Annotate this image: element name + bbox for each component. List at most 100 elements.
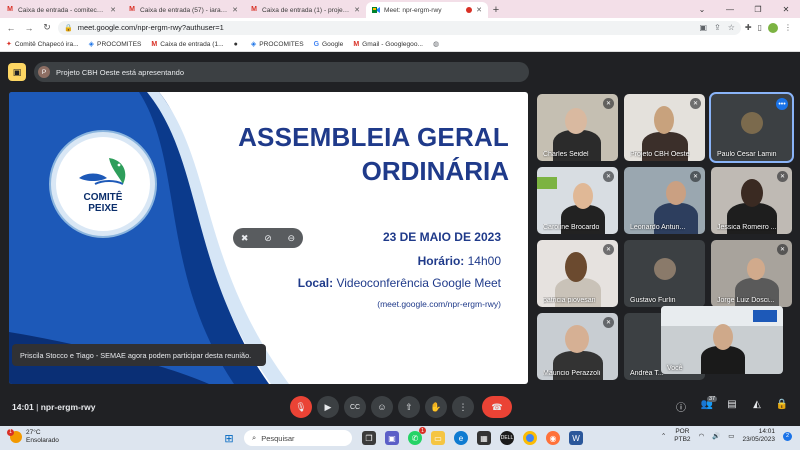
tab-3[interactable]: Meet: npr-ergm-rwy ✕ [366,2,488,18]
chevron-down-icon[interactable]: ⌄ [688,0,716,18]
taskbar-search[interactable]: ⌕ Pesquisar [244,430,352,446]
chat-button[interactable]: ▤ [725,399,739,410]
share-icon[interactable]: ⇪ [714,23,721,32]
clock[interactable]: 14:01 23/05/2023 [742,428,775,444]
mic-toggle-button[interactable]: 🎙 [290,396,312,418]
minus-circle-icon[interactable]: ⊖ [288,233,296,244]
wifi-icon[interactable]: ◠ [699,432,705,440]
task-view-icon[interactable]: ❐ [362,431,376,445]
profile-avatar[interactable] [768,22,778,33]
avatar: P [38,66,50,78]
eye-off-icon[interactable]: ⊘ [264,233,272,244]
tab-1[interactable]: M Caixa de entrada (57) - iaravezal ✕ [122,2,244,18]
reactions-button[interactable]: ☺ [371,396,393,418]
new-tab-button[interactable]: + [488,2,504,18]
notification-badge[interactable]: 2 [783,431,792,441]
procomites-icon: ◈ [250,41,257,48]
chevron-up-icon[interactable]: ⌃ [661,432,666,440]
close-icon[interactable]: ✕ [354,6,360,14]
bookmark-1[interactable]: ◈ PROCOMITES [89,40,142,49]
participant-tile[interactable]: ✕ Caroline Brocardo [537,167,618,234]
avatar [654,258,676,280]
mic-off-icon: ✕ [690,98,701,109]
bookmark-red-icon: ✦ [6,41,12,48]
people-button[interactable]: 👥 37 [700,396,718,410]
bookmark-3[interactable]: ● [234,41,241,48]
forward-icon[interactable]: → [22,21,36,35]
bookmark-0[interactable]: ✦ Comitê Chapecó ira... [6,40,79,49]
participant-tile[interactable]: ••• Paulo Cesar Lamin [709,92,794,163]
lock-icon[interactable]: 🔒 [64,24,73,32]
bookmark-4[interactable]: ◈ PROCOMITES [250,40,304,49]
chrome-icon[interactable] [523,431,537,445]
close-window-icon[interactable]: ✕ [772,0,800,18]
participant-tile[interactable]: ✕ Jessica Romeiro ... [711,167,792,234]
menu-dots-icon[interactable]: ⋮ [784,23,792,33]
camera-toggle-button[interactable]: ▶ [317,396,339,418]
camera-indicator-icon[interactable]: ▣ [699,23,707,32]
back-icon[interactable]: ← [4,21,18,35]
reload-icon[interactable]: ↻ [40,21,54,35]
participant-name: Mauricio Perazzoli [543,370,601,377]
language-indicator[interactable]: POR PTB2 [674,428,690,444]
participant-name: Jessica Romeiro ... [717,224,777,231]
self-view-tile[interactable]: Você [661,306,783,374]
meeting-code: npr-ergm-rwy [40,402,96,412]
close-icon[interactable]: ✕ [476,6,482,14]
participant-tile[interactable]: ✕ Projeto CBH Oeste [624,94,705,161]
bookmark-2[interactable]: M Caixa de entrada (1... [151,41,223,48]
participant-tile[interactable]: ✕ Mauricio Perazzoli [537,313,618,380]
bookmark-6[interactable]: M Gmail - Googlegoo... [353,41,423,48]
participant-tile[interactable]: ✕ Jorge Luiz Dosci... [711,240,792,307]
participant-tile[interactable]: Gustavo Furlin [624,240,705,307]
sidebar-icon[interactable]: ▯ [758,23,762,33]
leave-call-button[interactable]: ☎ [482,396,512,418]
present-button[interactable]: ⇧ [398,396,420,418]
presentation-icon[interactable]: ▣ [8,63,26,81]
captions-icon: CC [349,403,361,411]
firefox-icon[interactable]: ◉ [546,431,560,445]
participant-tile[interactable]: ✕ Charles Seidel [537,94,618,161]
close-icon[interactable]: ✕ [110,6,116,14]
address-bar: ← → ↻ 🔒 meet.google.com/npr-ergm-rwy?aut… [0,18,800,37]
weather-widget[interactable]: 1 27°C Ensolarado [7,428,59,444]
raise-hand-button[interactable]: ✋ [425,396,447,418]
whatsapp-icon[interactable]: ✆ 1 [408,427,426,445]
volume-icon[interactable]: 🔊 [712,432,720,440]
info-button[interactable]: ⓘ [674,399,688,414]
pin-off-icon[interactable]: ✖ [241,233,249,244]
battery-icon[interactable]: ▭ [728,432,734,440]
bookmark-5[interactable]: G Google [314,41,344,48]
windows-start-icon[interactable]: ⊞ [222,431,236,445]
mic-off-icon: ✕ [603,171,614,182]
host-controls-button[interactable]: 🔒 [775,399,789,410]
captions-button[interactable]: CC [344,396,366,418]
participant-tile[interactable]: ✕ Leonardo Antun... [624,167,705,234]
teams-icon[interactable]: ▣ [385,431,399,445]
logo-line-1: COMITÊ [83,192,123,203]
presenter-text: Projeto CBH Oeste está apresentando [56,67,184,77]
activities-button[interactable]: ◭ [750,399,764,410]
store-icon[interactable]: ▦ [477,431,491,445]
tab-2[interactable]: M Caixa de entrada (1) - projeto.cb ✕ [244,2,366,18]
dell-icon[interactable]: DELL [500,431,514,445]
star-icon[interactable]: ☆ [728,23,735,32]
hand-icon: ✋ [430,401,442,412]
presenter-pill[interactable]: P Projeto CBH Oeste está apresentando [34,62,529,82]
file-explorer-icon[interactable]: ▭ [431,431,445,445]
close-icon[interactable]: ✕ [232,6,238,14]
more-options-icon[interactable]: ••• [776,98,788,110]
word-icon[interactable]: W [569,431,583,445]
participant-name: Leonardo Antun... [630,224,686,231]
url-input[interactable]: 🔒 meet.google.com/npr-ergm-rwy?authuser=… [58,20,741,35]
edge-icon[interactable]: e [454,431,468,445]
tab-0[interactable]: M Caixa de entrada - comitechapec ✕ [0,2,122,18]
slide-time: Horário: 14h00 [417,254,501,268]
extensions-icon[interactable]: ✚ [745,23,752,33]
participant-tile[interactable]: ✕ patricia piovesan [537,240,618,307]
bookmark-7[interactable]: ◍ [433,40,442,48]
mic-off-icon: ✕ [603,98,614,109]
minimize-icon[interactable]: — [716,0,744,18]
restore-icon[interactable]: ❐ [744,0,772,18]
more-options-button[interactable]: ⋮ [452,396,474,418]
